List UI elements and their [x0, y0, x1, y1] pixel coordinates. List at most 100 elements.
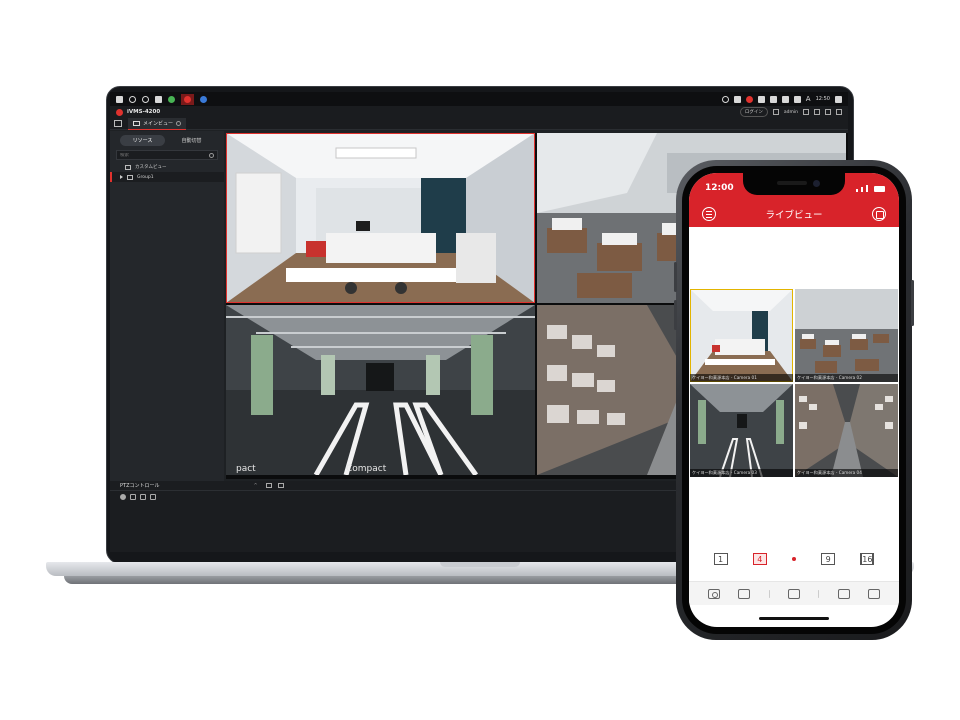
parking-camera-thumbnail — [690, 384, 793, 477]
mobile-app-screen: 12:00 ライブビュー ケイヨー和菓源本店 - Camera 01 ケイヨー和… — [689, 173, 899, 627]
app-tabbar: メインビュー — [110, 117, 848, 130]
speaker-icon[interactable] — [265, 483, 272, 488]
phone-notch — [743, 173, 845, 195]
minimize-icon[interactable] — [814, 109, 820, 115]
input-mode-indicator[interactable]: A — [806, 95, 811, 103]
phone-volume-button — [674, 262, 677, 292]
app-header: ライブビュー — [689, 201, 899, 227]
more-icon[interactable] — [867, 588, 880, 599]
ptz-header-tools: ^ — [254, 483, 284, 489]
search-icon[interactable] — [209, 152, 214, 158]
search-icon[interactable] — [129, 95, 136, 103]
volume-icon[interactable] — [793, 95, 801, 103]
page-title: ライブビュー — [765, 210, 823, 221]
mobile-tile-camera-04[interactable]: ケイヨー和菓源本店 - Camera 04 — [795, 384, 898, 477]
taskbar-clock[interactable]: 12:50 — [816, 96, 830, 102]
speaker-grille — [777, 181, 807, 185]
camera-caption: ケイヨー和菓源本店 - Camera 02 — [795, 374, 898, 382]
tray-icon-4[interactable] — [769, 95, 777, 103]
caret-right-icon[interactable] — [120, 175, 123, 179]
multi-window-icon[interactable] — [872, 207, 886, 221]
tab-main-view-label: メインビュー — [143, 120, 174, 127]
tree-item-label: カスタムビュー — [135, 165, 167, 170]
menu-icon[interactable] — [702, 207, 716, 221]
tray-ivms-icon[interactable] — [745, 95, 753, 103]
camera-caption: ケイヨー和菓源本店 - Camera 01 — [690, 374, 793, 382]
system-tray: A 12:50 — [721, 95, 842, 103]
svg-text:Compact: Compact — [346, 464, 387, 474]
live-view-toolbar — [689, 581, 899, 605]
ivms-taskbar-button[interactable] — [181, 93, 194, 105]
segment-auto-switch[interactable]: 自動切替 — [169, 135, 214, 146]
save-icon[interactable] — [277, 483, 284, 488]
product-showcase: A 12:50 iVMS-4200 ログイン admin メインビュー リソース… — [0, 0, 960, 720]
chevron-up-icon[interactable]: ^ — [254, 483, 260, 489]
signal-icon — [856, 189, 858, 192]
tray-icon-3[interactable] — [757, 95, 765, 103]
wifi-icon[interactable] — [781, 95, 789, 103]
app-title: iVMS-4200 — [127, 109, 161, 115]
search-input[interactable] — [120, 152, 209, 158]
layout-9-button[interactable]: 9 — [821, 553, 836, 565]
tree-item-label: Group1 — [137, 174, 154, 180]
cubicles-camera-thumbnail — [795, 289, 898, 382]
quality-icon[interactable] — [837, 588, 850, 599]
parking-camera-feed: Compact pact — [226, 305, 535, 475]
tree-item-custom-view[interactable]: カスタムビュー — [110, 162, 224, 172]
browser-icon[interactable] — [168, 95, 175, 103]
layout-selector: 1 4 9 16 — [689, 545, 899, 573]
mobile-tile-camera-02[interactable]: ケイヨー和菓源本店 - Camera 02 — [795, 289, 898, 382]
status-time: 12:00 — [705, 183, 734, 193]
camera-tab-icon — [133, 120, 140, 126]
resource-sidebar: リソース 自動切替 カスタムビュー Group1 — [110, 131, 224, 481]
svg-text:pact: pact — [236, 464, 256, 474]
snapshot-icon[interactable] — [708, 588, 721, 599]
notification-icon[interactable] — [835, 95, 842, 103]
laptop-notch — [440, 562, 520, 567]
mobile-tile-camera-01[interactable]: ケイヨー和菓源本店 - Camera 01 — [690, 289, 793, 382]
video-tile-parking[interactable]: Compact pact — [226, 305, 535, 475]
lock-icon[interactable] — [803, 109, 809, 115]
windows-start-icon[interactable] — [116, 95, 123, 103]
camera-caption: ケイヨー和菓源本店 - Camera 04 — [795, 469, 898, 477]
layout-16-button[interactable]: 16 — [860, 553, 875, 565]
windows-taskbar: A 12:50 — [110, 92, 848, 106]
user-menu[interactable]: admin — [784, 110, 798, 115]
record-indicator-icon — [791, 557, 796, 561]
ivms-app-icon — [184, 95, 191, 103]
home-icon[interactable] — [114, 120, 122, 127]
tree-item-group1[interactable]: Group1 — [110, 172, 224, 182]
video-tile-office[interactable] — [226, 133, 535, 303]
ptz-delete-icon[interactable] — [130, 494, 136, 500]
mobile-tile-camera-03[interactable]: ケイヨー和菓源本店 - Camera 03 — [690, 384, 793, 477]
close-icon[interactable] — [836, 109, 842, 115]
app-titlebar: iVMS-4200 ログイン admin — [110, 106, 848, 118]
sidebar-search — [116, 150, 218, 160]
tab-close-icon[interactable] — [176, 120, 182, 126]
layout-icon[interactable] — [772, 109, 779, 115]
layout-4-button[interactable]: 4 — [752, 553, 767, 565]
ivms-logo-icon — [116, 108, 123, 116]
widgets-icon[interactable] — [155, 95, 162, 103]
segment-resources[interactable]: リソース — [120, 135, 165, 146]
ptz-patrol-icon[interactable] — [150, 494, 156, 500]
drop-icon[interactable] — [200, 95, 207, 103]
sidebar-segment-control: リソース 自動切替 — [120, 135, 214, 146]
mobile-live-grid: ケイヨー和菓源本店 - Camera 01 ケイヨー和菓源本店 - Camera… — [690, 289, 898, 477]
record-icon[interactable] — [738, 588, 751, 599]
ptz-title: PTZコントロール — [120, 483, 160, 489]
tray-icon-1[interactable] — [721, 95, 729, 103]
task-view-icon[interactable] — [142, 95, 149, 103]
maximize-icon[interactable] — [825, 109, 831, 115]
tray-icon-2[interactable] — [733, 95, 741, 103]
tab-main-view[interactable]: メインビュー — [128, 117, 187, 130]
ptz-icon[interactable] — [787, 588, 800, 599]
ptz-joystick-icon[interactable] — [120, 494, 126, 500]
login-button[interactable]: ログイン — [739, 107, 768, 117]
battery-icon — [874, 186, 885, 192]
layout-1-button[interactable]: 1 — [713, 553, 728, 565]
ptz-preset-icon[interactable] — [140, 494, 146, 500]
front-camera — [813, 180, 820, 187]
home-indicator — [759, 617, 829, 620]
phone-power-button — [911, 280, 914, 326]
